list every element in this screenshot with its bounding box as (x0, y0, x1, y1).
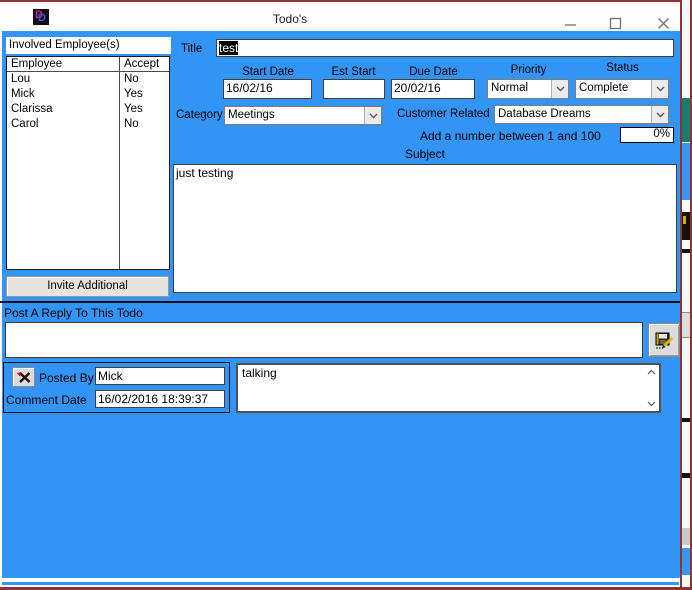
percent-hint-label: Add a number between 1 and 100 (420, 129, 601, 143)
start-date-label: Start Date (242, 66, 294, 78)
priority-dropdown-button[interactable] (551, 80, 568, 98)
todos-window: DD Todo's Involved Employee(s) Employee … (0, 0, 692, 590)
employee-accept: No (124, 118, 139, 130)
background-patch (682, 143, 690, 200)
chevron-down-icon (656, 112, 664, 117)
delete-record-icon (16, 371, 30, 383)
selected-text: test (219, 41, 239, 55)
involved-employees-label: Involved Employee(s) (6, 37, 171, 54)
employee-name: Lou (11, 73, 31, 85)
save-edit-icon (655, 332, 674, 349)
subject-textarea[interactable]: just testing (173, 164, 677, 293)
posted-by-label: Posted By (39, 371, 94, 385)
customer-dropdown-button[interactable] (651, 106, 668, 123)
title-label: Title (181, 43, 203, 55)
background-patch (682, 473, 690, 478)
start-date-input[interactable]: 16/02/16 (223, 79, 312, 99)
chevron-down-icon (656, 86, 664, 92)
minimize-button[interactable] (556, 14, 584, 32)
scroll-down-icon[interactable] (646, 400, 657, 408)
employee-row[interactable]: Mick Yes (7, 87, 169, 102)
status-label: Status (606, 62, 639, 74)
background-patch (682, 212, 690, 240)
employee-column-header: Employee (11, 58, 63, 70)
employee-accept: Yes (124, 103, 143, 115)
employee-list-header: Employee Accept (7, 57, 169, 72)
due-date-input[interactable]: 20/02/16 (391, 79, 475, 99)
customer-related-value: Database Dreams (498, 108, 591, 120)
maximize-button[interactable] (601, 14, 629, 32)
employee-listbox[interactable]: Employee Accept Lou No Mick Yes Clarissa… (6, 56, 170, 270)
due-date-label: Due Date (409, 66, 458, 78)
maximize-icon (609, 17, 621, 29)
chevron-down-icon (369, 113, 377, 118)
scroll-up-icon[interactable] (646, 368, 657, 376)
est-start-label: Est Start (331, 66, 376, 78)
category-value: Meetings (228, 109, 275, 121)
est-start-input[interactable] (323, 79, 385, 99)
background-patch (682, 548, 690, 575)
customer-related-dropdown[interactable]: Database Dreams (494, 105, 669, 124)
category-label: Category (176, 109, 223, 121)
close-button[interactable] (649, 14, 677, 32)
background-patch (682, 98, 690, 142)
window-title: Todo's (272, 12, 308, 26)
employee-row[interactable]: Lou No (7, 72, 169, 87)
minimize-icon (564, 23, 576, 26)
category-dropdown-button[interactable] (364, 107, 381, 124)
background-patch (682, 249, 690, 253)
employee-row[interactable]: Clarissa Yes (7, 102, 169, 117)
invite-additional-button[interactable]: Invite Additional (6, 276, 169, 297)
accept-column-header: Accept (124, 58, 160, 70)
status-dropdown-button[interactable] (651, 80, 668, 98)
employee-name: Clarissa (11, 103, 53, 115)
background-patch (682, 528, 690, 545)
percent-input[interactable]: 0% (620, 127, 674, 143)
delete-comment-button[interactable] (12, 367, 35, 387)
priority-dropdown[interactable]: Normal (487, 79, 569, 99)
title-input[interactable]: test (216, 39, 674, 57)
background-window-sliver (682, 0, 692, 590)
employee-row[interactable]: Carol No (7, 117, 169, 132)
comment-text: talking (242, 366, 277, 380)
priority-label: Priority (510, 64, 547, 76)
bottom-blue-strip (2, 582, 679, 585)
background-patch (682, 312, 690, 338)
comment-date-label: Comment Date (6, 393, 87, 407)
close-icon (657, 17, 669, 29)
comment-text-box[interactable]: talking (236, 363, 661, 413)
chevron-down-icon (556, 86, 564, 92)
subject-label: Subject (404, 147, 446, 161)
employee-name: Carol (11, 118, 39, 130)
employee-name: Mick (11, 88, 35, 100)
titlebar[interactable]: DD Todo's (0, 2, 680, 31)
post-reply-label: Post A Reply To This Todo (4, 306, 143, 320)
comment-date-field[interactable]: 16/02/2016 18:39:37 (95, 390, 225, 408)
employee-accept: No (124, 73, 139, 85)
posted-by-field[interactable]: Mick (95, 367, 225, 385)
reply-input[interactable] (5, 322, 643, 358)
status-dropdown[interactable]: Complete (575, 79, 669, 99)
employee-accept: Yes (124, 88, 143, 100)
section-divider (0, 301, 681, 303)
background-patch (682, 418, 690, 422)
category-dropdown[interactable]: Meetings (224, 106, 382, 125)
customer-related-label: Customer Related (397, 108, 490, 120)
save-reply-button[interactable] (648, 323, 680, 357)
